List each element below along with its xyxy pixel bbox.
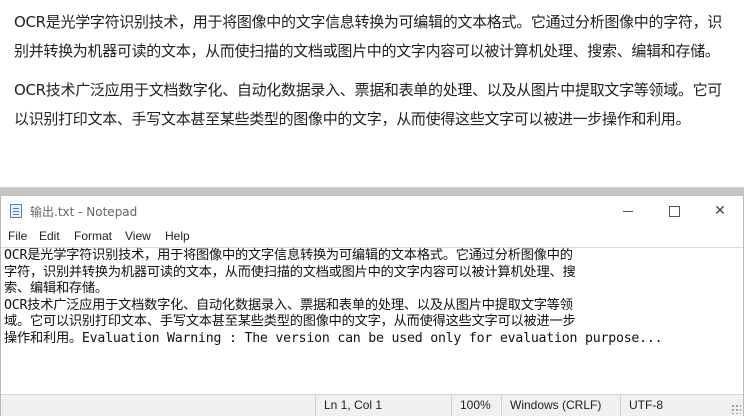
- cursor-position: Ln 1, Col 1: [315, 395, 451, 416]
- menu-help[interactable]: Help: [165, 229, 190, 243]
- title-bar[interactable]: 输出.txt - Notepad ✕: [1, 196, 743, 226]
- editor-line: 域。它可以识别打印文本、手写文本甚至某些类型的图像中的文字，从而使得这些文字可以…: [4, 314, 576, 329]
- close-button[interactable]: ✕: [697, 196, 743, 226]
- minimize-button[interactable]: [605, 196, 651, 226]
- notepad-window: 输出.txt - Notepad ✕ File Edit Format View…: [0, 196, 744, 416]
- menu-edit[interactable]: Edit: [39, 229, 60, 243]
- window-title: 输出.txt - Notepad: [30, 205, 138, 219]
- menu-view[interactable]: View: [125, 229, 151, 243]
- menu-bar: File Edit Format View Help: [1, 227, 743, 247]
- encoding: UTF-8: [620, 395, 743, 416]
- notepad-icon: [10, 204, 22, 218]
- document-paragraph-1: OCR是光学字符识别技术，用于将图像中的文字信息转换为可编辑的文本格式。它通过分…: [14, 13, 723, 60]
- document-view: OCR是光学字符识别技术，用于将图像中的文字信息转换为可编辑的文本格式。它通过分…: [0, 0, 744, 188]
- maximize-icon: [668, 205, 680, 217]
- document-paragraph-2: OCR技术广泛应用于文档数字化、自动化数据录入、票据和表单的处理、以及从图片中提…: [14, 81, 723, 128]
- minimize-icon: [623, 210, 633, 212]
- line-ending: Windows (CRLF): [501, 395, 620, 416]
- editor-line: 字符，识别并转换为机器可读的文本，从而使扫描的文档或图片中的文字内容可以被计算机…: [4, 264, 576, 280]
- window-gap: [0, 188, 744, 196]
- editor-line: 操作和利用。Evaluation Warning : The version c…: [4, 330, 663, 346]
- text-editor[interactable]: OCR是光学字符识别技术，用于将图像中的文字信息转换为可编辑的文本格式。它通过分…: [1, 247, 743, 390]
- close-icon: ✕: [714, 203, 726, 219]
- status-bar: Ln 1, Col 1 100% Windows (CRLF) UTF-8: [1, 394, 743, 416]
- editor-line: 索、编辑和存储。: [4, 281, 108, 296]
- menu-file[interactable]: File: [8, 229, 27, 243]
- editor-line: OCR是光学字符识别技术，用于将图像中的文字信息转换为可编辑的文本格式。它通过分…: [4, 248, 573, 263]
- zoom-level: 100%: [451, 395, 501, 416]
- resize-grip[interactable]: [731, 404, 741, 414]
- menu-format[interactable]: Format: [74, 229, 112, 243]
- maximize-button[interactable]: [651, 196, 697, 226]
- editor-line: OCR技术广泛应用于文档数字化、自动化数据录入、票据和表单的处理、以及从图片中提…: [4, 297, 573, 313]
